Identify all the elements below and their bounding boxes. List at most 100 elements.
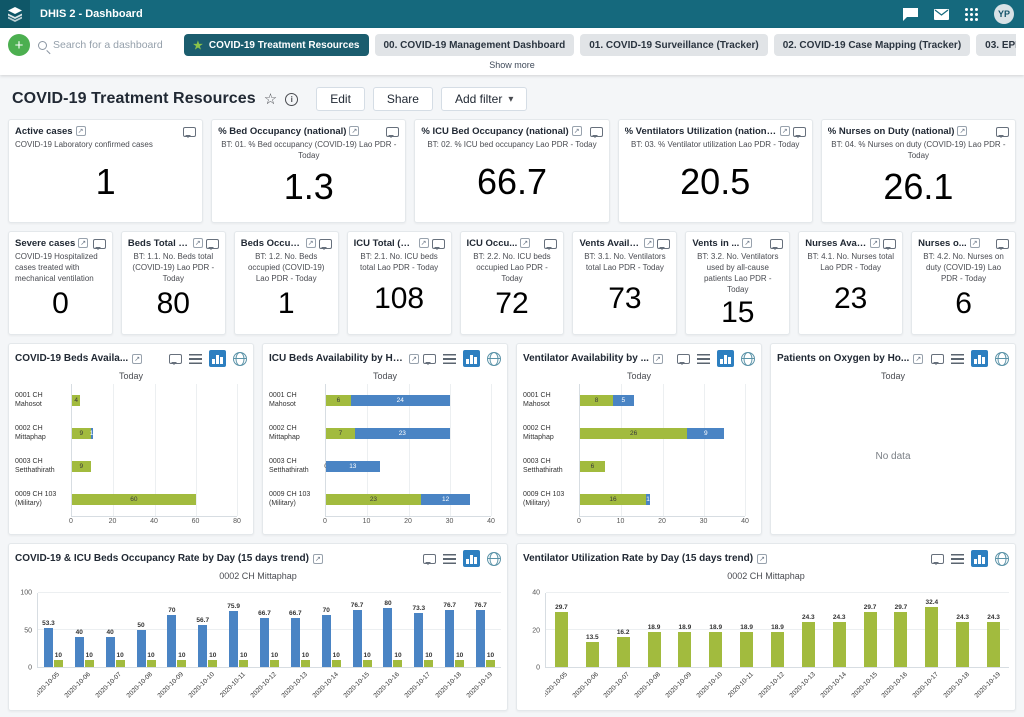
chart-view-icon[interactable] bbox=[971, 350, 988, 367]
bar-value-label: 10 bbox=[363, 652, 370, 659]
interpretations-icon[interactable] bbox=[386, 127, 399, 137]
interpretations-icon[interactable] bbox=[319, 239, 332, 249]
open-in-app-icon[interactable] bbox=[780, 126, 790, 136]
star-icon[interactable] bbox=[264, 92, 277, 107]
open-in-app-icon[interactable] bbox=[572, 126, 582, 136]
bar: 10 bbox=[116, 660, 125, 667]
interpretations-icon[interactable] bbox=[206, 239, 219, 249]
map-view-icon[interactable] bbox=[487, 552, 501, 566]
interpretations-icon[interactable] bbox=[903, 8, 918, 21]
map-view-icon[interactable] bbox=[995, 352, 1009, 366]
share-button[interactable]: Share bbox=[373, 87, 433, 111]
table-view-icon[interactable] bbox=[697, 354, 710, 364]
interpretations-icon[interactable] bbox=[183, 127, 196, 137]
map-view-icon[interactable] bbox=[995, 552, 1009, 566]
open-in-app-icon[interactable] bbox=[742, 238, 752, 248]
open-in-app-icon[interactable] bbox=[78, 238, 88, 248]
chart-view-icon[interactable] bbox=[463, 350, 480, 367]
interpretations-icon[interactable] bbox=[996, 127, 1009, 137]
open-in-app-icon[interactable] bbox=[419, 238, 429, 248]
open-in-app-icon[interactable] bbox=[913, 354, 923, 364]
open-in-app-icon[interactable] bbox=[306, 238, 316, 248]
chart-view-icon[interactable] bbox=[463, 550, 480, 567]
search-input[interactable] bbox=[53, 39, 168, 51]
category-label: 0003 CH Setthathirath bbox=[15, 450, 67, 483]
dashboard-chip-case-mapping[interactable]: 02. COVID-19 Case Mapping (Tracker) bbox=[774, 34, 970, 56]
show-more-button[interactable]: Show more bbox=[8, 56, 1016, 71]
messages-icon[interactable] bbox=[934, 9, 949, 20]
interpretations-icon[interactable] bbox=[544, 239, 557, 249]
dashboard-chip-surveillance[interactable]: 01. COVID-19 Surveillance (Tracker) bbox=[580, 34, 768, 56]
open-in-app-icon[interactable] bbox=[193, 238, 203, 248]
card-title: Patients on Oxygen by Ho... bbox=[777, 353, 909, 364]
user-avatar[interactable]: YP bbox=[994, 4, 1014, 24]
interpretations-icon[interactable] bbox=[996, 239, 1009, 249]
axis-tick-label: 0 bbox=[536, 665, 540, 672]
bar-value-label: 1 bbox=[646, 496, 650, 503]
bar: 10 bbox=[270, 660, 279, 667]
kpi-value: 72 bbox=[467, 285, 558, 328]
top-bar: DHIS 2 - Dashboard YP bbox=[0, 0, 1024, 28]
open-in-app-icon[interactable] bbox=[349, 126, 359, 136]
interpretations-icon[interactable] bbox=[169, 354, 182, 364]
interpretations-icon[interactable] bbox=[657, 239, 670, 249]
kpi-value: 23 bbox=[805, 274, 896, 328]
category-label: 2020-10-15 bbox=[850, 671, 878, 699]
dashboard-chip-epicurve[interactable]: 03. EPICURVE by Province bbox=[976, 34, 1016, 56]
chart-view-icon[interactable] bbox=[971, 550, 988, 567]
bar: 10 bbox=[424, 660, 433, 667]
map-view-icon[interactable] bbox=[233, 352, 247, 366]
add-filter-button[interactable]: Add filter bbox=[441, 87, 527, 111]
dashboard-search bbox=[38, 39, 176, 51]
dhis2-logo[interactable] bbox=[0, 0, 30, 28]
info-icon[interactable] bbox=[285, 93, 298, 106]
map-view-icon[interactable] bbox=[741, 352, 755, 366]
interpretations-icon[interactable] bbox=[590, 127, 603, 137]
open-in-app-icon[interactable] bbox=[970, 238, 980, 248]
open-in-app-icon[interactable] bbox=[957, 126, 967, 136]
chart-view-icon[interactable] bbox=[209, 350, 226, 367]
map-view-icon[interactable] bbox=[487, 352, 501, 366]
interpretations-icon[interactable] bbox=[93, 239, 106, 249]
table-view-icon[interactable] bbox=[443, 354, 456, 364]
open-in-app-icon[interactable] bbox=[757, 554, 767, 564]
open-in-app-icon[interactable] bbox=[653, 354, 663, 364]
edit-button[interactable]: Edit bbox=[316, 87, 365, 111]
dashboard-chip-management[interactable]: 00. COVID-19 Management Dashboard bbox=[375, 34, 575, 56]
layers-icon bbox=[7, 7, 23, 22]
open-in-app-icon[interactable] bbox=[870, 238, 880, 248]
table-view-icon[interactable] bbox=[443, 554, 456, 564]
category-label: 2020-10-10 bbox=[695, 671, 723, 699]
card-title: % Nurses on Duty (national) bbox=[828, 126, 955, 137]
interpretations-icon[interactable] bbox=[883, 239, 896, 249]
table-view-icon[interactable] bbox=[951, 554, 964, 564]
chart-view-icon[interactable] bbox=[717, 350, 734, 367]
new-dashboard-button[interactable] bbox=[8, 34, 30, 56]
card-subtitle: BT: 2.1. No. ICU beds total Lao PDR - To… bbox=[354, 252, 445, 274]
charts-row: COVID-19 Beds Availa... Today 0001 CH Ma… bbox=[0, 343, 1024, 535]
dashboard-chip-treatment-resources[interactable]: COVID-19 Treatment Resources bbox=[184, 34, 369, 56]
bar-value-label: 18.9 bbox=[648, 624, 661, 631]
apps-icon[interactable] bbox=[965, 8, 978, 21]
open-in-app-icon[interactable] bbox=[520, 238, 530, 248]
interpretations-icon[interactable] bbox=[770, 239, 783, 249]
bar-segment: 60 bbox=[72, 494, 196, 505]
open-in-app-icon[interactable] bbox=[409, 354, 419, 364]
table-view-icon[interactable] bbox=[189, 354, 202, 364]
interpretations-icon[interactable] bbox=[423, 554, 436, 564]
open-in-app-icon[interactable] bbox=[132, 354, 142, 364]
interpretations-icon[interactable] bbox=[432, 239, 445, 249]
open-in-app-icon[interactable] bbox=[313, 554, 323, 564]
bar-value-label: 24 bbox=[397, 397, 404, 404]
interpretations-icon[interactable] bbox=[931, 554, 944, 564]
table-view-icon[interactable] bbox=[951, 354, 964, 364]
open-in-app-icon[interactable] bbox=[76, 126, 86, 136]
interpretations-icon[interactable] bbox=[423, 354, 436, 364]
open-in-app-icon[interactable] bbox=[644, 238, 654, 248]
interpretations-icon[interactable] bbox=[931, 354, 944, 364]
interpretations-icon[interactable] bbox=[793, 127, 806, 137]
bar: 40 bbox=[106, 637, 115, 667]
bar-value-label: 70 bbox=[168, 607, 175, 614]
axis-tick-label: 40 bbox=[150, 518, 158, 525]
interpretations-icon[interactable] bbox=[677, 354, 690, 364]
